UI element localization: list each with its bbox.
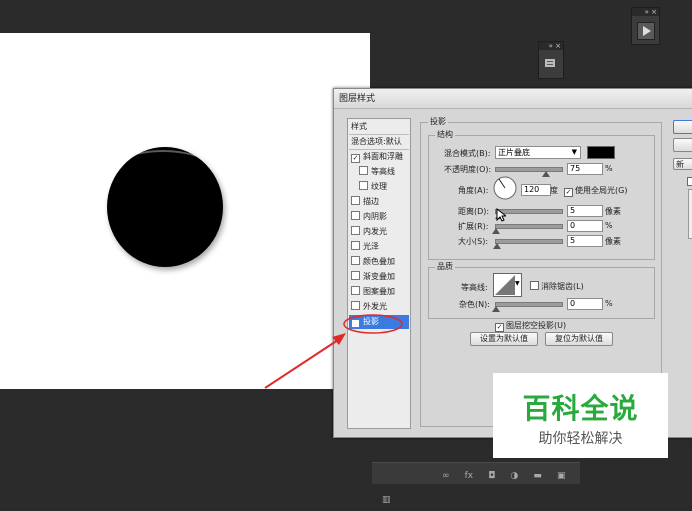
annotation-arrow-line <box>264 339 339 389</box>
trash-icon[interactable]: ▥ <box>382 490 391 511</box>
watermark-title: 百科全说 <box>522 392 639 425</box>
watermark-subtitle: 助你轻松解决 <box>538 431 623 447</box>
annotation-ellipse <box>343 314 403 334</box>
watermark: 百科全说 助你轻松解决 <box>493 373 668 458</box>
